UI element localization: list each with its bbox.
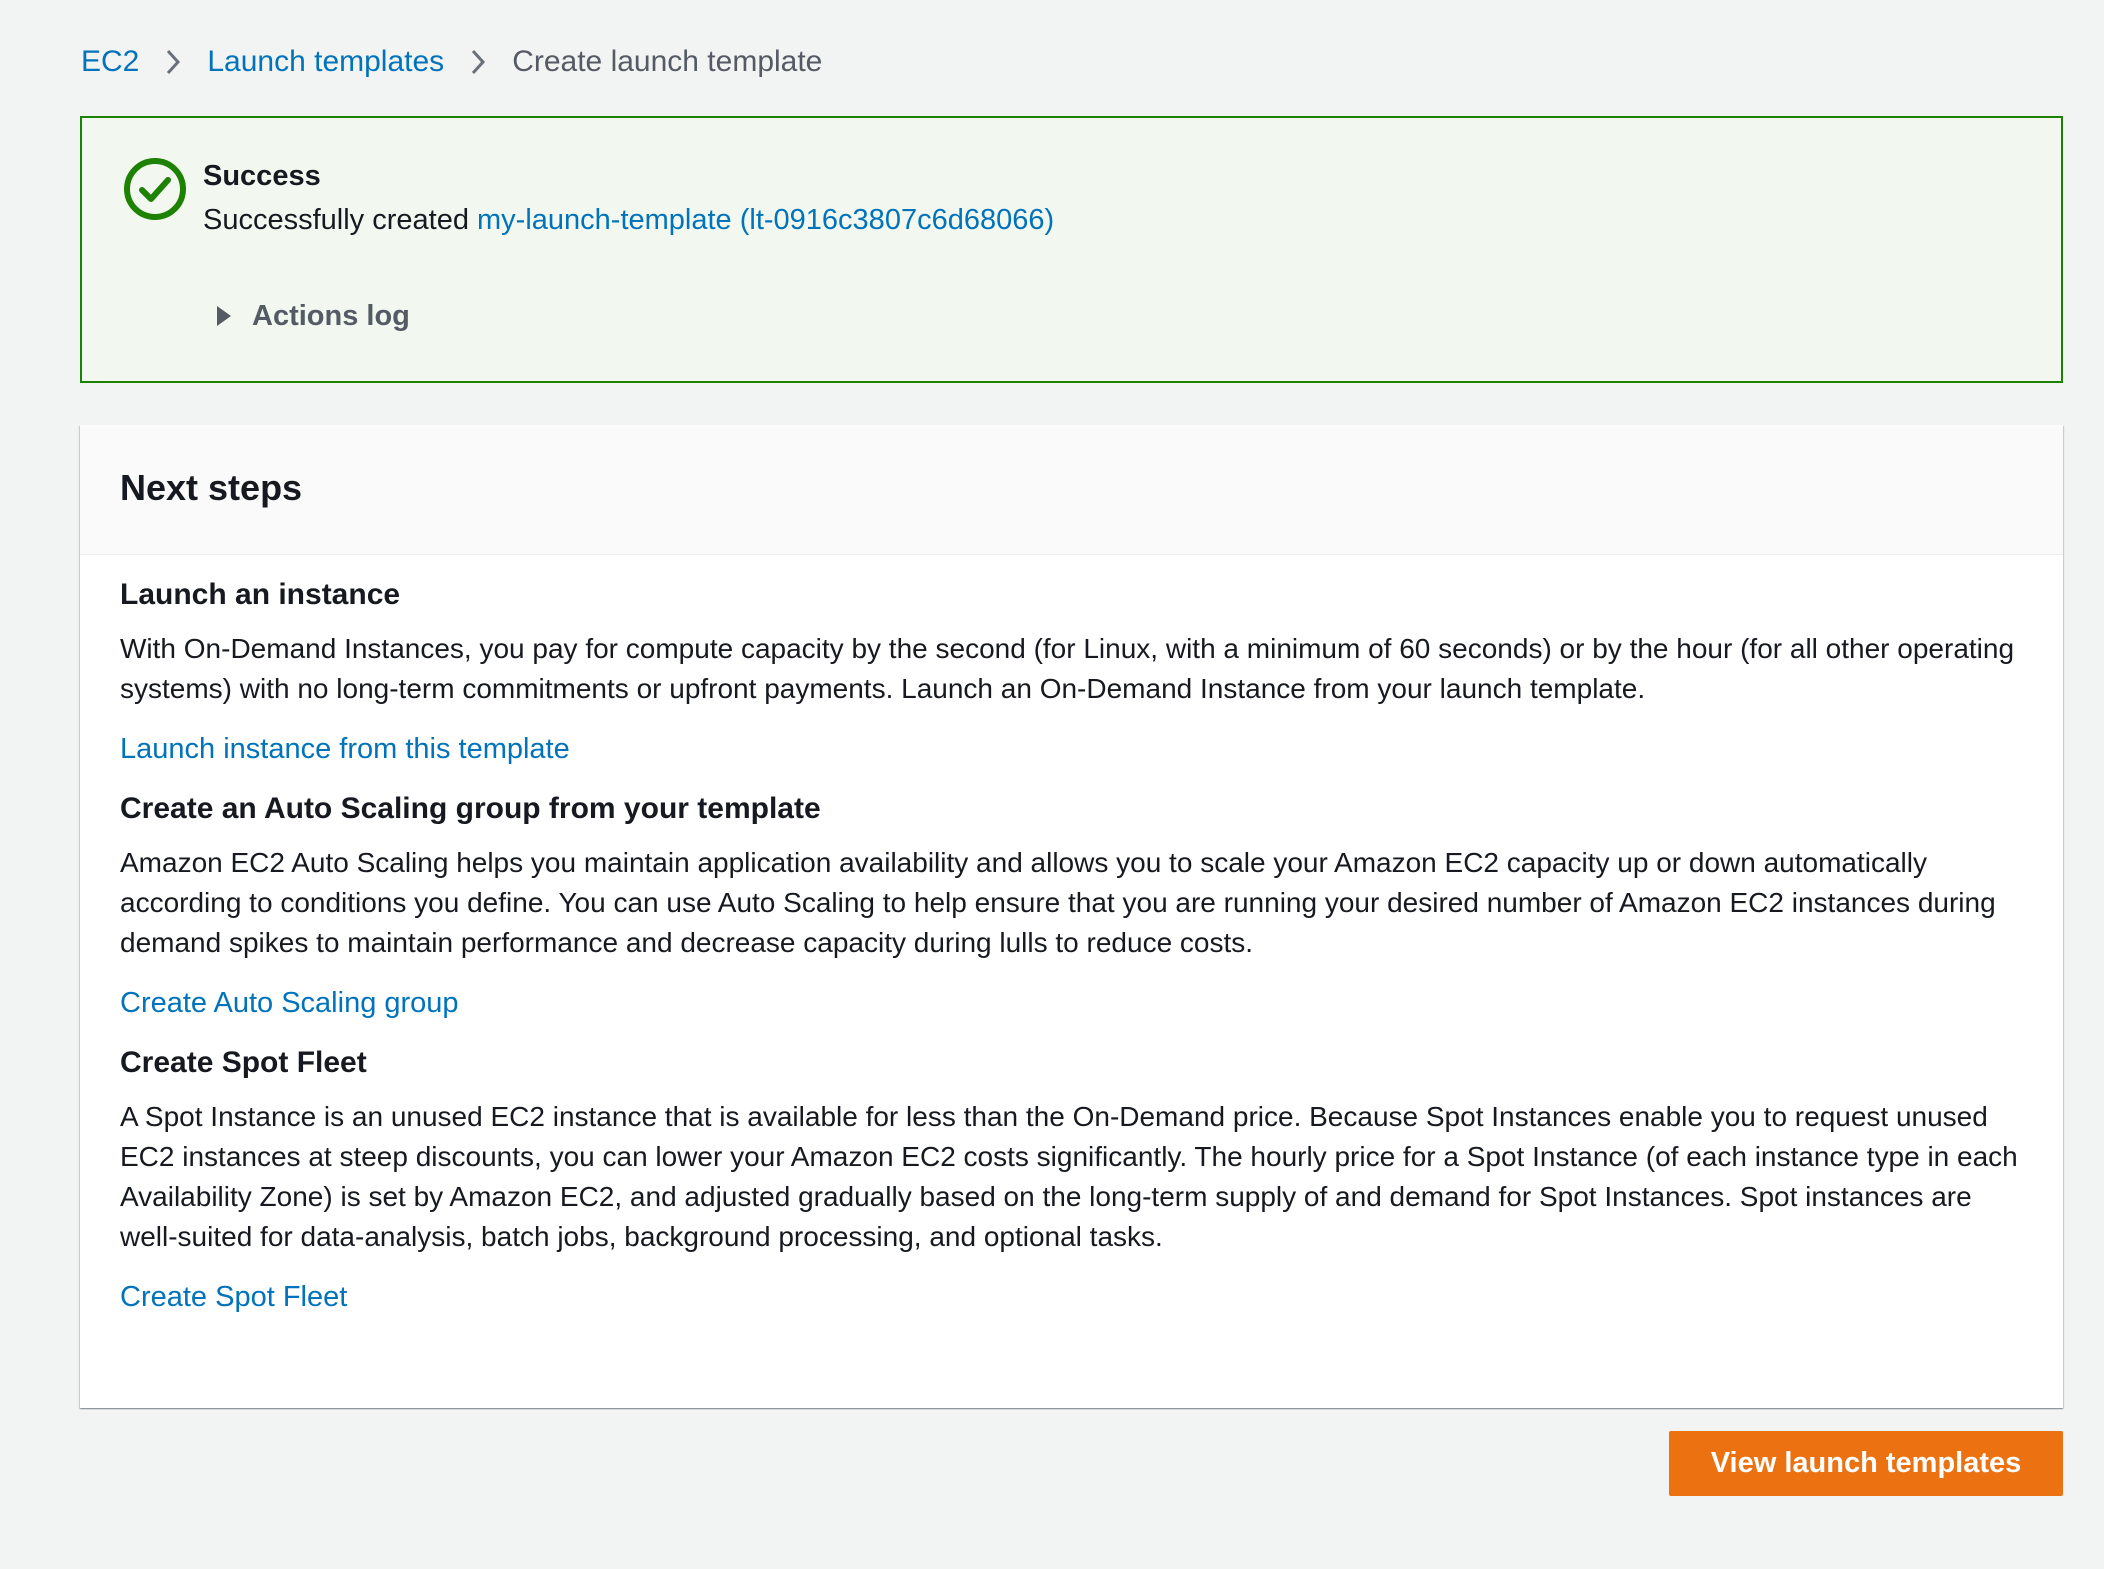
create-spot-fleet-link[interactable]: Create Spot Fleet — [120, 1277, 347, 1317]
actions-log-toggle[interactable]: Actions log — [214, 298, 410, 334]
breadcrumb-link-launch-templates[interactable]: Launch templates — [207, 44, 444, 80]
next-steps-panel: Next steps Launch an instance With On-De… — [80, 425, 2063, 1408]
create-auto-scaling-group-link[interactable]: Create Auto Scaling group — [120, 983, 459, 1023]
section-launch-instance: Launch an instance With On-Demand Instan… — [120, 575, 2040, 769]
caret-right-icon — [214, 304, 234, 328]
section-auto-scaling: Create an Auto Scaling group from your t… — [120, 789, 2040, 1023]
breadcrumb-current: Create launch template — [512, 45, 823, 78]
flash-title: Success — [203, 160, 321, 192]
panel-header: Next steps — [80, 425, 2063, 555]
launch-template-link[interactable]: my-launch-template (lt-0916c3807c6d68066… — [477, 204, 1054, 236]
section-title: Create an Auto Scaling group from your t… — [120, 792, 821, 825]
flash-message: Successfully created my-launch-template … — [203, 202, 1054, 238]
chevron-right-icon — [159, 44, 187, 80]
section-text: Amazon EC2 Auto Scaling helps you mainta… — [120, 847, 1996, 958]
section-spot-fleet: Create Spot Fleet A Spot Instance is an … — [120, 1043, 2040, 1317]
section-title: Create Spot Fleet — [120, 1046, 367, 1079]
actions-log-label: Actions log — [252, 300, 410, 332]
breadcrumb: EC2 Launch templates Create launch templ… — [81, 44, 822, 80]
panel-title: Next steps — [120, 467, 303, 508]
flash-message-text: Successfully created — [203, 204, 478, 236]
check-circle-icon — [122, 156, 188, 222]
panel-body: Launch an instance With On-Demand Instan… — [120, 575, 2040, 1337]
section-text: A Spot Instance is an unused EC2 instanc… — [120, 1101, 2018, 1252]
section-title: Launch an instance — [120, 578, 401, 611]
launch-instance-link[interactable]: Launch instance from this template — [120, 729, 570, 769]
breadcrumb-link-ec2[interactable]: EC2 — [81, 44, 139, 80]
chevron-right-icon — [464, 44, 492, 80]
success-flashbar: Success Successfully created my-launch-t… — [80, 116, 2063, 383]
section-text: With On-Demand Instances, you pay for co… — [120, 633, 2015, 704]
view-launch-templates-button[interactable]: View launch templates — [1669, 1431, 2063, 1496]
